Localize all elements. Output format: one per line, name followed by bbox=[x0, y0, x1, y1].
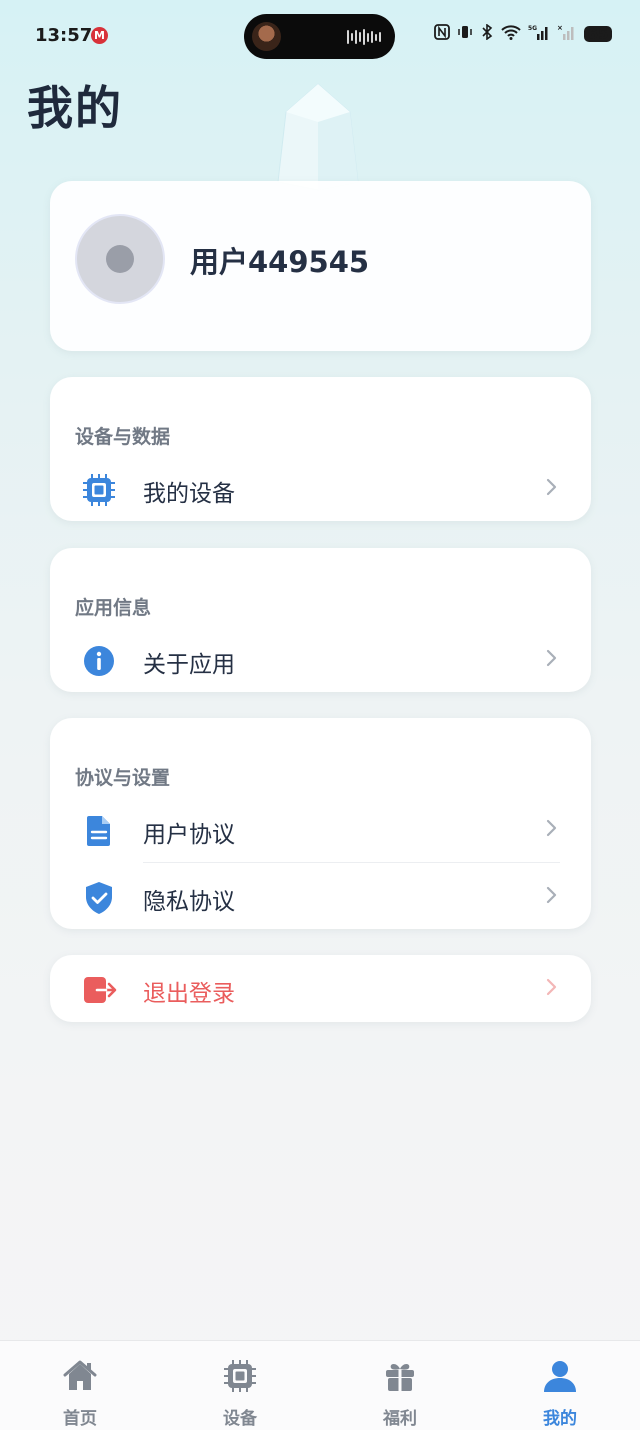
signal-5g-icon: 5G bbox=[528, 24, 550, 44]
gift-icon bbox=[386, 1364, 414, 1391]
shield-check-icon bbox=[86, 882, 112, 914]
menu-item-user-agreement[interactable]: 用户协议 bbox=[50, 798, 591, 860]
chevron-right-icon bbox=[546, 649, 557, 667]
bottom-tab-bar: 首页 设备 福利 我的 bbox=[0, 1340, 640, 1430]
svg-text:5G: 5G bbox=[528, 25, 537, 32]
chip-icon bbox=[224, 1360, 256, 1392]
dynamic-island[interactable] bbox=[244, 14, 395, 59]
menu-item-label: 我的设备 bbox=[143, 481, 235, 507]
page-title: 我的 bbox=[27, 81, 123, 135]
tab-devices[interactable]: 设备 bbox=[160, 1341, 320, 1430]
section-app-info: 应用信息 关于应用 bbox=[50, 548, 591, 692]
chevron-right-icon bbox=[546, 819, 557, 837]
nfc-icon bbox=[434, 24, 450, 44]
profile-card[interactable]: 用户449545 bbox=[50, 181, 591, 351]
chip-icon bbox=[83, 474, 115, 506]
info-icon bbox=[84, 646, 114, 676]
svg-text:×: × bbox=[557, 24, 563, 32]
menu-item-label: 用户协议 bbox=[143, 822, 235, 848]
divider bbox=[143, 862, 560, 863]
menu-item-label: 关于应用 bbox=[143, 652, 235, 678]
status-bar: 13:57 M 5G × 65 bbox=[0, 0, 640, 72]
section-title: 协议与设置 bbox=[75, 767, 171, 789]
vibrate-icon bbox=[457, 24, 473, 44]
logout-button[interactable]: 退出登录 bbox=[50, 955, 591, 1022]
section-title: 设备与数据 bbox=[75, 426, 171, 448]
menu-item-about-app[interactable]: 关于应用 bbox=[50, 628, 591, 690]
tab-home[interactable]: 首页 bbox=[0, 1341, 160, 1430]
tab-mine[interactable]: 我的 bbox=[480, 1341, 640, 1430]
section-device-data: 设备与数据 我的设备 bbox=[50, 377, 591, 521]
audio-wave-icon bbox=[347, 28, 381, 46]
signal-weak-icon: × bbox=[557, 24, 577, 44]
menu-item-logout[interactable]: 退出登录 bbox=[50, 957, 591, 1019]
chevron-right-icon bbox=[546, 478, 557, 496]
chevron-right-icon bbox=[546, 978, 557, 996]
avatar-placeholder-icon bbox=[106, 245, 134, 273]
status-time: 13:57 bbox=[35, 25, 93, 46]
bluetooth-icon bbox=[480, 23, 494, 44]
username: 用户449545 bbox=[190, 245, 370, 279]
crystal-decoration-icon bbox=[277, 83, 359, 191]
menu-item-label: 隐私协议 bbox=[143, 889, 235, 915]
tab-label: 我的 bbox=[543, 1409, 577, 1429]
tab-benefits[interactable]: 福利 bbox=[320, 1341, 480, 1430]
wifi-icon bbox=[501, 24, 521, 44]
user-icon bbox=[544, 1361, 576, 1392]
home-icon bbox=[63, 1360, 97, 1390]
menu-item-privacy-policy[interactable]: 隐私协议 bbox=[50, 865, 591, 927]
section-agreements-settings: 协议与设置 用户协议 隐私协议 bbox=[50, 718, 591, 929]
carrier-logo-icon: M bbox=[91, 27, 108, 44]
menu-item-my-devices[interactable]: 我的设备 bbox=[50, 457, 591, 519]
battery-icon: 65 bbox=[584, 26, 612, 42]
chevron-right-icon bbox=[546, 886, 557, 904]
avatar[interactable] bbox=[75, 214, 165, 304]
tab-label: 首页 bbox=[63, 1409, 97, 1429]
logout-icon bbox=[84, 977, 117, 1003]
tab-label: 福利 bbox=[383, 1409, 417, 1429]
section-title: 应用信息 bbox=[75, 597, 152, 619]
document-icon bbox=[87, 816, 110, 846]
now-playing-avatar-icon bbox=[252, 22, 281, 51]
system-icons: 5G × 65 bbox=[434, 23, 612, 44]
logout-label: 退出登录 bbox=[143, 981, 235, 1007]
tab-label: 设备 bbox=[223, 1409, 257, 1429]
